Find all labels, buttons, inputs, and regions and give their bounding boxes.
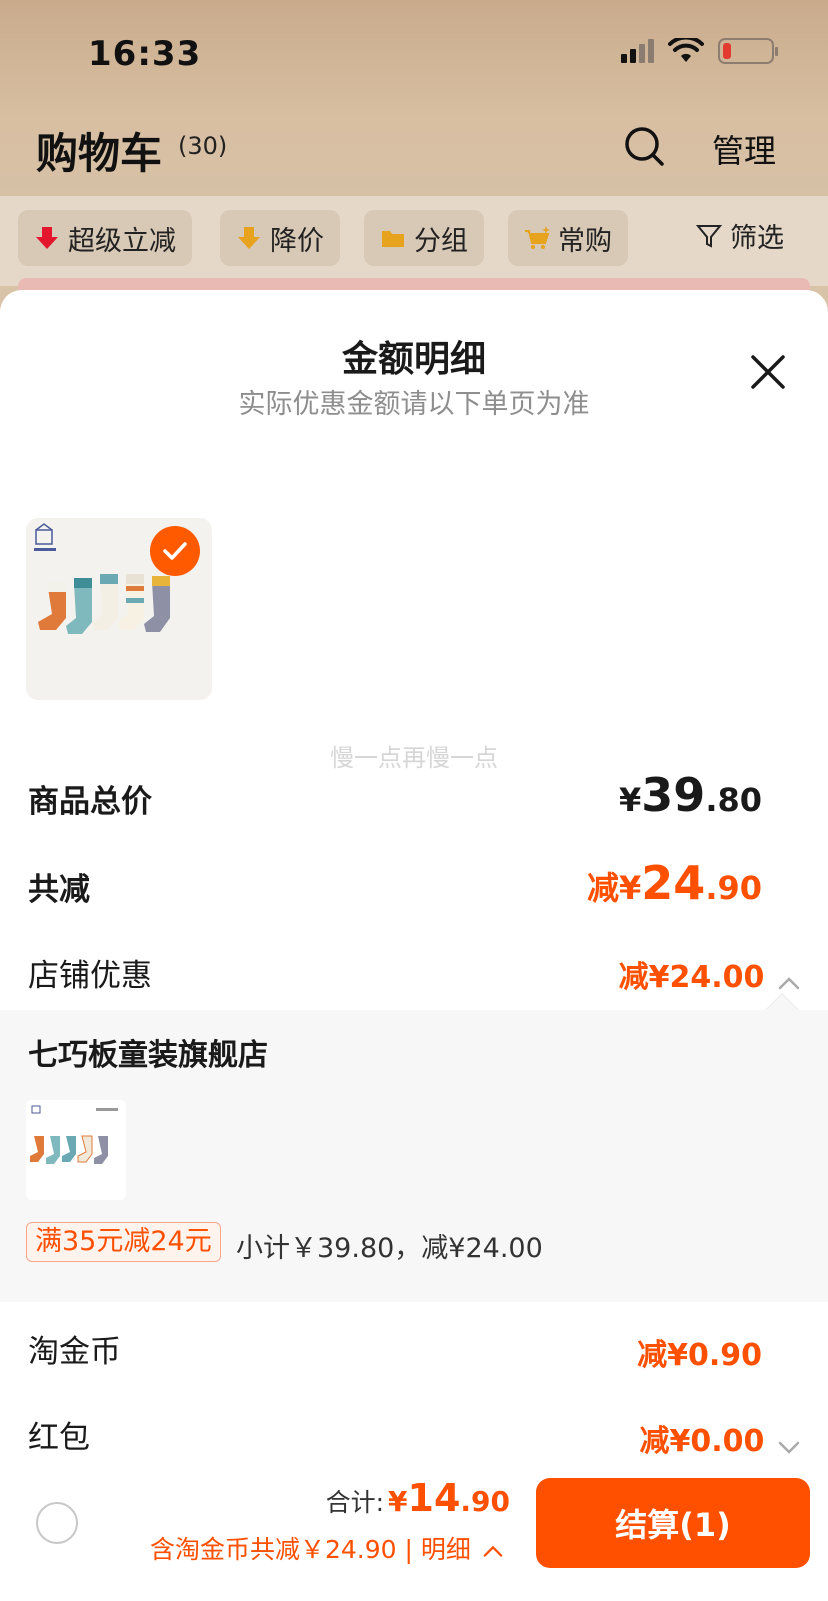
checkout-button[interactable]: 结算(1) — [536, 1478, 810, 1568]
discount-note: 含淘金币共减￥24.90 | 明细 — [150, 1535, 471, 1564]
status-time: 16:33 — [88, 34, 202, 74]
total-price: ¥14.90 — [388, 1476, 510, 1520]
folder-icon — [382, 231, 404, 247]
sheet-subtitle: 实际优惠金额请以下单页为准 — [238, 389, 590, 420]
filter-chip-label: 分组 — [414, 225, 468, 257]
cart-count: (30) — [178, 132, 228, 160]
select-all-radio[interactable] — [36, 1502, 78, 1544]
filter-chip-group[interactable]: 分组 — [364, 210, 484, 266]
manage-button[interactable]: 管理 — [712, 126, 776, 172]
shop-product-thumbnail[interactable] — [26, 1100, 126, 1200]
status-icons — [621, 38, 778, 64]
filter-button[interactable]: 筛选 — [696, 216, 784, 255]
shop-name: 七巧板童装旗舰店 — [28, 1038, 268, 1073]
page-title: 购物车 — [36, 129, 163, 178]
shop-discount-value: 减¥24.00 — [618, 960, 765, 995]
cart-sparkle-icon — [525, 226, 550, 249]
funnel-icon — [696, 224, 722, 248]
filter-chip-label: 常购 — [558, 225, 612, 257]
socks-product-image — [30, 1105, 118, 1164]
price-drop-arrow-icon — [238, 227, 260, 249]
red-down-arrow-icon — [36, 227, 58, 249]
filter-chip-super-discount[interactable]: 超级立减 — [18, 210, 192, 266]
chevron-up-icon — [483, 1545, 503, 1557]
filter-chip-price-drop[interactable]: 降价 — [220, 210, 340, 266]
red-packet-label: 红包 — [28, 1420, 90, 1456]
search-icon[interactable] — [622, 124, 666, 168]
filter-chip-frequent[interactable]: 常购 — [508, 210, 628, 266]
coins-label: 淘金币 — [28, 1334, 121, 1370]
filter-bar: 超级立减 降价 分组 常购 筛选 — [0, 196, 828, 286]
coupon-tag: 满35元减24元 — [26, 1222, 221, 1262]
amount-detail-sheet: 金额明细 实际优惠金额请以下单页为准 慢一点再慢一点 商品总价 ¥39.80 共… — [0, 290, 828, 1601]
cellular-signal-icon — [621, 39, 654, 63]
filter-chip-label: 超级立减 — [68, 225, 176, 257]
battery-icon — [718, 38, 778, 64]
total-discount-value: 减¥24.90 — [587, 856, 762, 910]
filter-chip-label: 降价 — [270, 225, 324, 257]
sheet-title: 金额明细 — [341, 339, 486, 380]
red-packet-toggle[interactable]: 减¥0.00 — [640, 1416, 800, 1460]
goods-total-value: ¥39.80 — [619, 768, 762, 822]
red-packet-value: 减¥0.00 — [639, 1424, 765, 1459]
filter-label: 筛选 — [730, 223, 784, 254]
shop-subtotal: 小计￥39.80，减¥24.00 — [236, 1233, 543, 1264]
shop-discount-label: 店铺优惠 — [28, 958, 152, 994]
chevron-up-icon — [778, 976, 800, 989]
total-discount-label: 共减 — [28, 872, 90, 908]
wifi-icon — [668, 38, 704, 62]
close-icon[interactable] — [748, 352, 788, 392]
shop-discount-panel: 七巧板童装旗舰店 满35元减24元 小计￥39.80，减¥24.00 — [0, 1010, 828, 1302]
shop-discount-toggle[interactable]: 减¥24.00 — [619, 952, 800, 996]
checkmark-icon — [163, 542, 187, 560]
discount-detail-link[interactable]: 含淘金币共减￥24.90 | 明细 — [150, 1530, 503, 1566]
goods-total-label: 商品总价 — [28, 784, 152, 820]
chevron-down-icon — [778, 1441, 800, 1454]
total-line: 合计: ¥14.90 — [326, 1476, 510, 1520]
coins-value: 减¥0.90 — [637, 1338, 762, 1373]
selected-check-badge[interactable] — [150, 526, 200, 576]
total-label: 合计: — [325, 1488, 385, 1517]
